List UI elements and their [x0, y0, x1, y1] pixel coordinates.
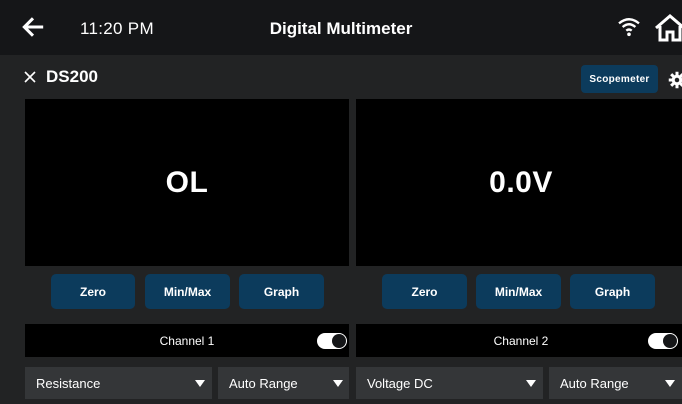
chevron-down-icon — [333, 380, 343, 387]
channel-1-range-value: Auto Range — [229, 375, 298, 391]
channel-1-mode-select[interactable]: Resistance — [25, 367, 212, 399]
channel-2-row: Channel 2 — [356, 324, 682, 357]
gear-icon[interactable] — [668, 71, 682, 89]
channel-2-zero-button[interactable]: Zero — [382, 274, 467, 309]
channel-1-label: Channel 1 — [159, 333, 215, 348]
close-icon[interactable] — [24, 71, 36, 83]
page-title: Digital Multimeter — [269, 19, 413, 38]
channel-2-toggle[interactable] — [648, 333, 678, 349]
channel-2-label: Channel 2 — [493, 333, 549, 348]
channel-2-mode-value: Voltage DC — [367, 375, 433, 391]
wifi-icon — [618, 18, 640, 37]
channel-2-graph-button[interactable]: Graph — [570, 274, 655, 309]
chevron-down-icon — [195, 380, 205, 387]
scopemeter-button[interactable]: Scopemeter — [581, 65, 658, 93]
channel-2-minmax-button[interactable]: Min/Max — [476, 274, 561, 309]
channel-1-zero-button[interactable]: Zero — [51, 274, 135, 309]
channel-1-graph-button[interactable]: Graph — [239, 274, 324, 309]
channel-1-mode-value: Resistance — [36, 375, 101, 391]
chevron-down-icon — [665, 380, 675, 387]
channel-1-row: Channel 1 — [25, 324, 349, 357]
channel-1-reading: OL — [25, 99, 349, 266]
top-bar: 11:20 PM Digital Multimeter — [0, 0, 682, 55]
channel-1-range-select[interactable]: Auto Range — [218, 367, 349, 399]
channel-2-range-select[interactable]: Auto Range — [549, 367, 682, 399]
device-name: DS200 — [46, 67, 98, 86]
channel-1-minmax-button[interactable]: Min/Max — [145, 274, 230, 309]
channel-2-range-value: Auto Range — [560, 375, 629, 391]
home-icon[interactable] — [654, 14, 682, 42]
channel-2-mode-select[interactable]: Voltage DC — [356, 367, 543, 399]
channel-1-toggle[interactable] — [317, 333, 347, 349]
chevron-down-icon — [526, 380, 536, 387]
multimeter-app: 11:20 PM Digital Multimeter DS200 Scopem… — [0, 0, 682, 404]
channel-2-reading: 0.0V — [356, 99, 682, 266]
